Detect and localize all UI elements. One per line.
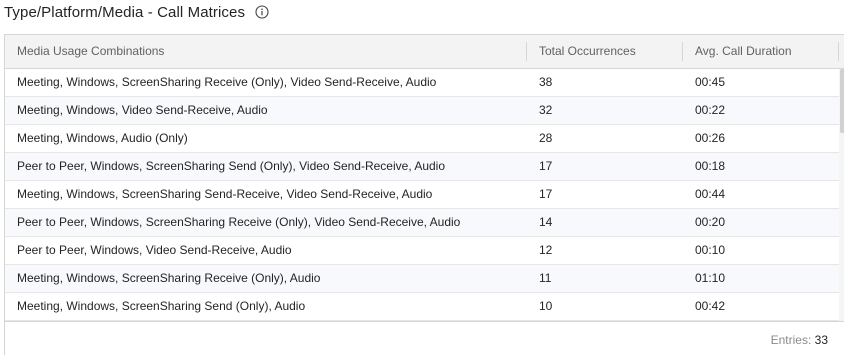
table-row[interactable]: Meeting, Windows, Audio (Only) 28 00:26 (5, 125, 839, 153)
table-row[interactable]: Meeting, Windows, Video Send-Receive, Au… (5, 97, 839, 125)
table-row[interactable]: Meeting, Windows, ScreenSharing Send-Rec… (5, 181, 839, 209)
cell-media-usage: Meeting, Windows, Audio (Only) (17, 131, 188, 145)
card-header: Type/Platform/Media - Call Matrices (4, 0, 269, 24)
cell-occurrences: 10 (539, 299, 553, 313)
cell-media-usage: Meeting, Windows, ScreenSharing Send (On… (17, 299, 306, 313)
table-row[interactable]: Meeting, Windows, ScreenSharing Send (On… (5, 293, 839, 321)
cell-occurrences: 38 (539, 75, 553, 89)
cell-media-usage: Peer to Peer, Windows, ScreenSharing Sen… (17, 159, 446, 173)
column-resize-handle[interactable] (838, 42, 839, 61)
table-header: Media Usage Combinations Total Occurrenc… (5, 35, 844, 69)
cell-duration: 00:45 (695, 75, 726, 89)
cell-media-usage: Meeting, Windows, ScreenSharing Receive … (17, 75, 437, 89)
table-row[interactable]: Peer to Peer, Windows, ScreenSharing Sen… (5, 153, 839, 181)
cell-occurrences: 17 (539, 159, 553, 173)
column-header-total-occurrences[interactable]: Total Occurrences (527, 35, 683, 68)
table-footer: Entries: 33 (5, 321, 844, 355)
cell-duration: 00:18 (695, 159, 726, 173)
cell-duration: 00:42 (695, 299, 726, 313)
cell-occurrences: 32 (539, 103, 553, 117)
page-title: Type/Platform/Media - Call Matrices (4, 3, 246, 21)
cell-media-usage: Peer to Peer, Windows, Video Send-Receiv… (17, 243, 292, 257)
table-row[interactable]: Peer to Peer, Windows, Video Send-Receiv… (5, 237, 839, 265)
cell-occurrences: 17 (539, 187, 553, 201)
table-row[interactable]: Meeting, Windows, ScreenSharing Receive … (5, 69, 839, 97)
cell-duration: 00:44 (695, 187, 726, 201)
entries-count: Entries: 33 (771, 333, 828, 347)
cell-duration: 00:26 (695, 131, 726, 145)
cell-duration: 01:10 (695, 271, 726, 285)
cell-media-usage: Meeting, Windows, Video Send-Receive, Au… (17, 103, 268, 117)
column-header-media-usage[interactable]: Media Usage Combinations (5, 35, 527, 68)
cell-duration: 00:22 (695, 103, 726, 117)
cell-occurrences: 11 (539, 271, 552, 285)
cell-occurrences: 12 (539, 243, 553, 257)
vertical-scrollbar[interactable] (839, 69, 844, 321)
info-circle-icon[interactable] (255, 5, 269, 19)
cell-occurrences: 14 (539, 215, 553, 229)
cell-duration: 00:20 (695, 215, 726, 229)
table-row[interactable]: Meeting, Windows, ScreenSharing Receive … (5, 265, 839, 293)
table-row[interactable]: Peer to Peer, Windows, ScreenSharing Rec… (5, 209, 839, 237)
entries-label: Entries: (770, 333, 812, 347)
entries-value: 33 (814, 333, 828, 347)
cell-media-usage: Meeting, Windows, ScreenSharing Send-Rec… (17, 187, 433, 201)
column-header-avg-call-duration[interactable]: Avg. Call Duration (683, 35, 839, 68)
cell-occurrences: 28 (539, 131, 553, 145)
cell-media-usage: Peer to Peer, Windows, ScreenSharing Rec… (17, 215, 461, 229)
cell-media-usage: Meeting, Windows, ScreenSharing Receive … (17, 271, 321, 285)
call-matrices-table: Media Usage Combinations Total Occurrenc… (4, 34, 844, 355)
table-body: Meeting, Windows, ScreenSharing Receive … (5, 69, 839, 321)
cell-duration: 00:10 (695, 243, 726, 257)
scrollbar-thumb[interactable] (840, 69, 844, 133)
